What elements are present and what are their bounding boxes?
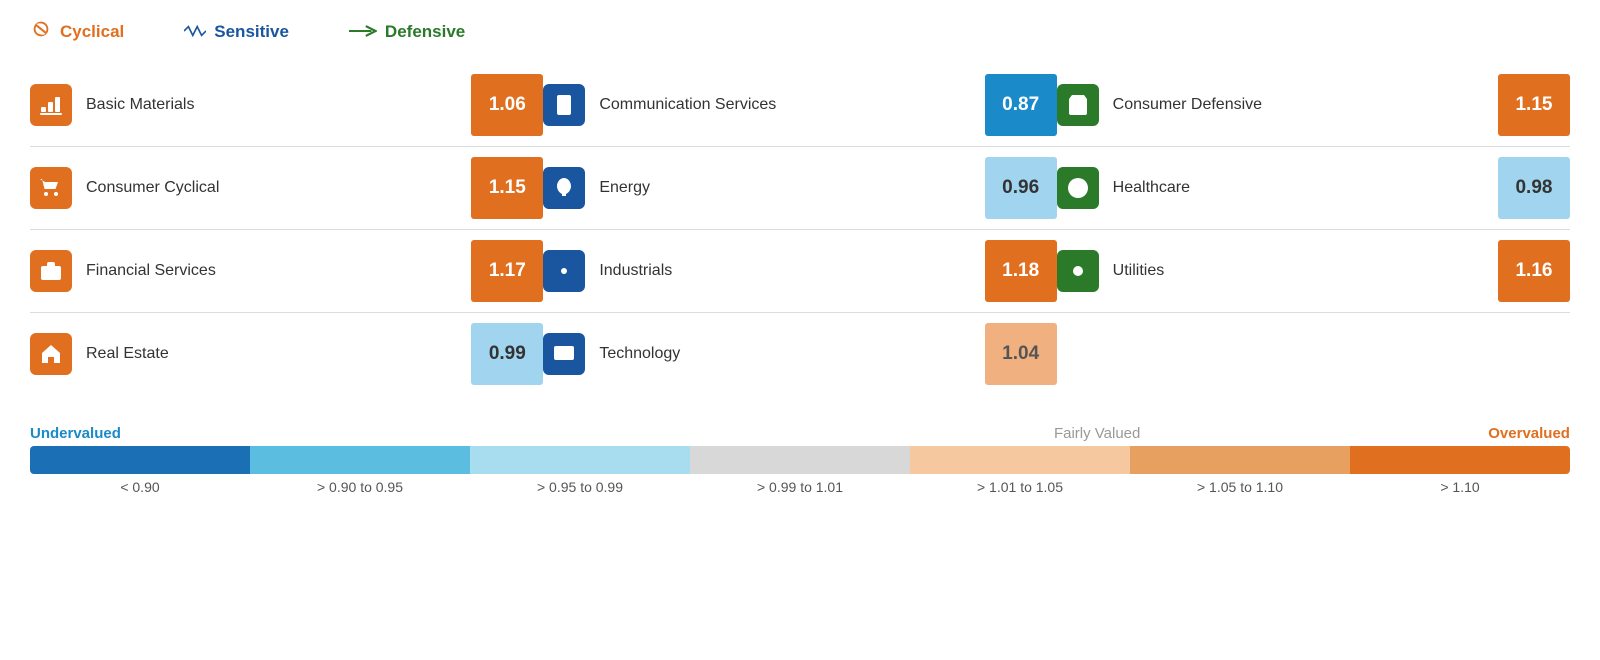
sector-row: Healthcare 0.98 xyxy=(1057,147,1570,230)
sensitive-col: Communication Services 0.87 Energy 0.96 … xyxy=(543,64,1056,395)
bar-label-6: > 1.10 xyxy=(1350,479,1570,495)
sensitive-label: Sensitive xyxy=(214,22,289,42)
defensive-col: Consumer Defensive 1.15 Healthcare 0.98 … xyxy=(1057,64,1570,395)
real-estate-icon-wrap xyxy=(30,333,72,375)
bar-seg-7 xyxy=(1350,446,1570,474)
undervalued-label: Undervalued xyxy=(30,425,121,442)
financial-services-icon xyxy=(39,259,63,283)
communication-value: 0.87 xyxy=(985,74,1057,136)
financial-services-name: Financial Services xyxy=(86,262,461,280)
bar-seg-2 xyxy=(250,446,470,474)
sector-row: Basic Materials 1.06 xyxy=(30,64,543,147)
bar-seg-3 xyxy=(470,446,690,474)
utilities-value: 1.16 xyxy=(1498,240,1570,302)
bar-seg-4 xyxy=(690,446,910,474)
bar-seg-5 xyxy=(910,446,1130,474)
healthcare-icon xyxy=(1066,176,1090,200)
technology-icon xyxy=(552,342,576,366)
industrials-value: 1.18 xyxy=(985,240,1057,302)
bar-label-5: > 1.05 to 1.10 xyxy=(1130,479,1350,495)
bar-label-4: > 1.01 to 1.05 xyxy=(910,479,1130,495)
sector-row: Utilities 1.16 xyxy=(1057,230,1570,313)
industrials-icon xyxy=(552,259,576,283)
sector-row: Technology 1.04 xyxy=(543,313,1056,395)
financial-services-icon-wrap xyxy=(30,250,72,292)
sectors-grid: Basic Materials 1.06 Consumer Cyclical 1… xyxy=(30,64,1570,395)
basic-materials-value: 1.06 xyxy=(471,74,543,136)
energy-value: 0.96 xyxy=(985,157,1057,219)
cyclical-col: Basic Materials 1.06 Consumer Cyclical 1… xyxy=(30,64,543,395)
sector-row: Consumer Defensive 1.15 xyxy=(1057,64,1570,147)
basic-materials-icon xyxy=(39,93,63,117)
bar-label-3: > 0.99 to 1.01 xyxy=(690,479,910,495)
bar-labels-top: Undervalued Fairly Valued Overvalued xyxy=(30,425,1570,442)
utilities-name: Utilities xyxy=(1113,262,1488,280)
technology-icon-wrap xyxy=(543,333,585,375)
real-estate-name: Real Estate xyxy=(86,345,461,363)
industrials-icon-wrap xyxy=(543,250,585,292)
utilities-icon-wrap xyxy=(1057,250,1099,292)
consumer-cyclical-name: Consumer Cyclical xyxy=(86,179,461,197)
defensive-label: Defensive xyxy=(385,22,465,42)
bar-label-2: > 0.95 to 0.99 xyxy=(470,479,690,495)
energy-icon-wrap xyxy=(543,167,585,209)
communication-icon-wrap xyxy=(543,84,585,126)
technology-value: 1.04 xyxy=(985,323,1057,385)
real-estate-icon xyxy=(39,342,63,366)
sector-row: Financial Services 1.17 xyxy=(30,230,543,313)
industrials-name: Industrials xyxy=(599,262,974,280)
overvalued-label: Overvalued xyxy=(1488,425,1570,442)
cyclical-icon xyxy=(30,18,52,46)
sensitive-icon xyxy=(184,21,206,44)
healthcare-icon-wrap xyxy=(1057,167,1099,209)
utilities-icon xyxy=(1066,259,1090,283)
sector-row: Real Estate 0.99 xyxy=(30,313,543,395)
sector-row: Energy 0.96 xyxy=(543,147,1056,230)
legend-cyclical: Cyclical xyxy=(30,18,124,46)
healthcare-value: 0.98 xyxy=(1498,157,1570,219)
legend-row: Cyclical Sensitive Defensive xyxy=(30,18,1570,46)
consumer-cyclical-value: 1.15 xyxy=(471,157,543,219)
bar-seg-1 xyxy=(30,446,250,474)
legend-defensive: Defensive xyxy=(349,21,465,44)
gradient-bar xyxy=(30,446,1570,474)
consumer-defensive-icon-wrap xyxy=(1057,84,1099,126)
energy-name: Energy xyxy=(599,179,974,197)
communication-name: Communication Services xyxy=(599,96,974,114)
consumer-defensive-value: 1.15 xyxy=(1498,74,1570,136)
bar-labels-bottom: < 0.90 > 0.90 to 0.95 > 0.95 to 0.99 > 0… xyxy=(30,479,1570,495)
consumer-defensive-icon xyxy=(1066,93,1090,117)
energy-icon xyxy=(552,176,576,200)
basic-materials-name: Basic Materials xyxy=(86,96,461,114)
legend-bar-section: Undervalued Fairly Valued Overvalued < 0… xyxy=(30,425,1570,495)
sector-row: Consumer Cyclical 1.15 xyxy=(30,147,543,230)
financial-services-value: 1.17 xyxy=(471,240,543,302)
spacer xyxy=(1057,313,1570,395)
communication-icon xyxy=(552,93,576,117)
healthcare-name: Healthcare xyxy=(1113,179,1488,197)
real-estate-value: 0.99 xyxy=(471,323,543,385)
basic-materials-icon-wrap xyxy=(30,84,72,126)
technology-name: Technology xyxy=(599,345,974,363)
sector-row: Communication Services 0.87 xyxy=(543,64,1056,147)
consumer-cyclical-icon xyxy=(39,176,63,200)
fairly-valued-label: Fairly Valued xyxy=(1054,425,1140,442)
bar-label-0: < 0.90 xyxy=(30,479,250,495)
consumer-defensive-name: Consumer Defensive xyxy=(1113,96,1488,114)
sector-row: Industrials 1.18 xyxy=(543,230,1056,313)
consumer-cyclical-icon-wrap xyxy=(30,167,72,209)
legend-sensitive: Sensitive xyxy=(184,21,289,44)
cyclical-label: Cyclical xyxy=(60,22,124,42)
bar-label-1: > 0.90 to 0.95 xyxy=(250,479,470,495)
bar-seg-6 xyxy=(1130,446,1350,474)
defensive-icon xyxy=(349,21,377,44)
